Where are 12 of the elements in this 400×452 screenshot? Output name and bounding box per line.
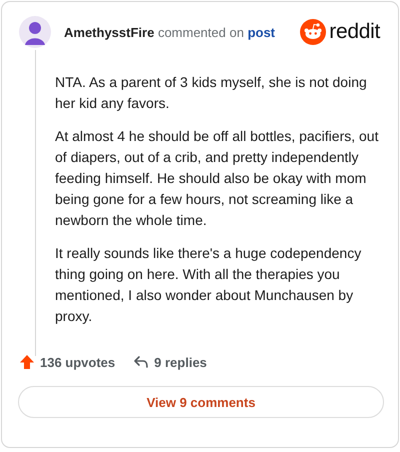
comment-paragraph: At almost 4 he should be off all bottles, pacifiers, out of diapers, out of a crib, and pretty independently feeding himself. He should also be okay with mom being gone for a few hours, not screaming like a newborn the whole time. bbox=[55, 127, 380, 230]
upvote-icon[interactable] bbox=[19, 354, 35, 370]
comment-paragraph: It really sounds like there's a huge codependency thing going on here. With all the therapies you mentioned, I also wonder about Munchausen by proxy. bbox=[55, 244, 362, 326]
reddit-logo-icon bbox=[300, 19, 326, 45]
reply-count: 9 replies bbox=[154, 354, 207, 370]
comment-paragraph: NTA. As a parent of 3 kids myself, she is not doing her kid any favors. bbox=[55, 73, 368, 113]
brand-name: reddit bbox=[329, 20, 380, 44]
avatar-icon[interactable] bbox=[19, 16, 51, 48]
reply-icon[interactable] bbox=[133, 354, 150, 370]
comment-byline: AmethysstFire commented on post bbox=[64, 24, 276, 40]
upvote-count: 136 upvotes bbox=[40, 354, 116, 370]
view-comments-button[interactable]: View 9 comments bbox=[18, 386, 384, 418]
